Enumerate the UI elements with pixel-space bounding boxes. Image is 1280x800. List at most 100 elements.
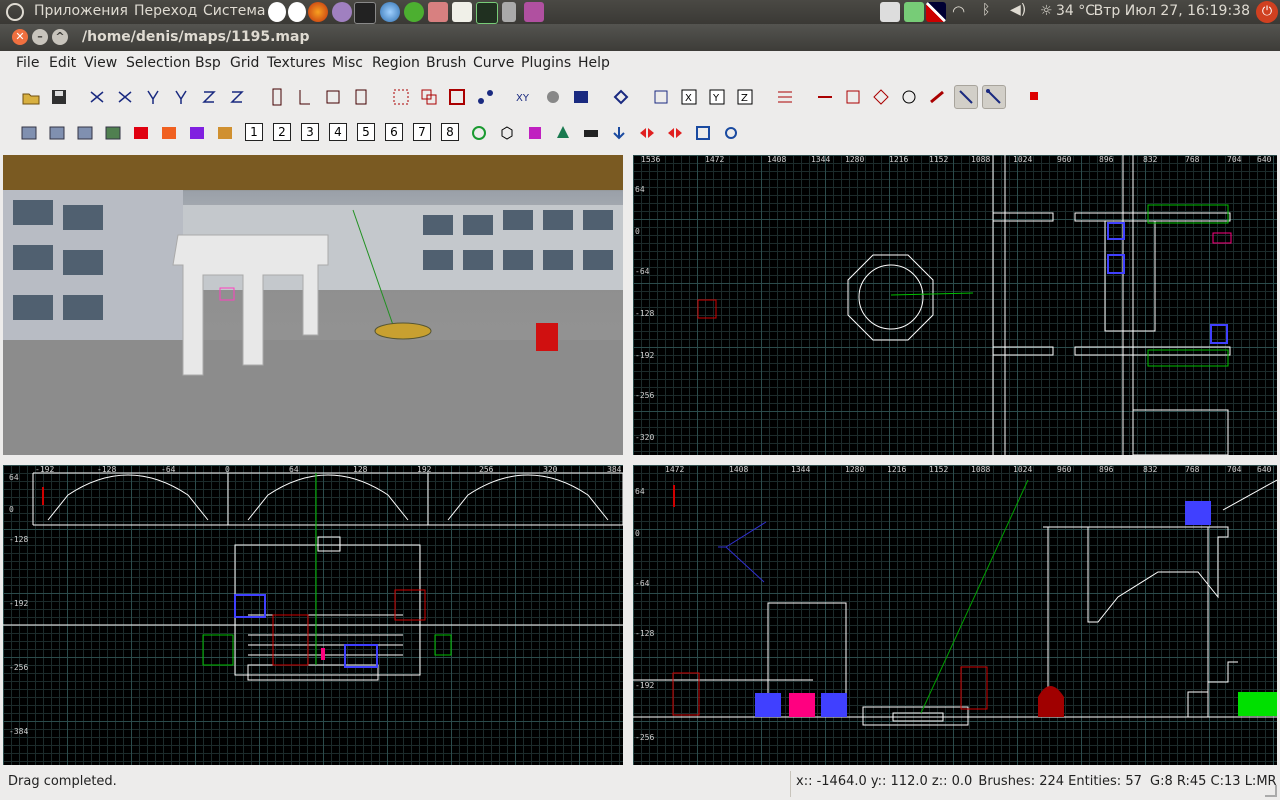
yz-view-side[interactable]: -192 -128 -64 0 64 128 192 256 320 384 6… [3, 465, 623, 765]
plugin-red-icon[interactable] [1024, 86, 1046, 108]
panel-menu-applications[interactable]: Приложения [34, 3, 128, 19]
screen-launcher-icon[interactable] [524, 2, 544, 22]
flip-z-icon[interactable] [198, 86, 220, 108]
panel-menu-system[interactable]: Система [203, 3, 265, 19]
csg-subtract-icon[interactable] [390, 86, 412, 108]
mirror-red-icon[interactable] [636, 122, 658, 144]
change-views-icon[interactable]: XY [514, 86, 536, 108]
menu-help[interactable]: Help [578, 55, 610, 71]
rotate-blue-icon[interactable] [720, 122, 742, 144]
patch-cap-icon[interactable] [926, 86, 948, 108]
number-button-2[interactable]: 2 [273, 123, 291, 141]
patch-bevel-icon[interactable] [870, 86, 892, 108]
panel-menu-places[interactable]: Переход [134, 3, 197, 19]
menu-brush[interactable]: Brush [426, 55, 466, 71]
resize-grip-icon[interactable] [1265, 785, 1277, 797]
view-z-icon[interactable]: Z [734, 86, 756, 108]
plugin-color-red-icon[interactable] [130, 122, 152, 144]
texture-lock-icon[interactable] [542, 86, 564, 108]
menu-selection[interactable]: Selection [126, 55, 191, 71]
menu-misc[interactable]: Misc [332, 55, 363, 71]
plugin-magenta-icon[interactable] [524, 122, 546, 144]
patch-cone-icon[interactable] [842, 86, 864, 108]
drag-edges-icon[interactable] [982, 85, 1006, 109]
trash-launcher-icon[interactable] [502, 2, 516, 22]
firefox-launcher-icon[interactable] [308, 2, 328, 22]
menu-curve[interactable]: Curve [473, 55, 514, 71]
csg-merge-icon[interactable] [418, 86, 440, 108]
select-inside-icon[interactable] [350, 86, 372, 108]
update-tray-icon[interactable] [904, 2, 924, 22]
number-button-1[interactable]: 1 [245, 123, 263, 141]
number-button-3[interactable]: 3 [301, 123, 319, 141]
no-clip-icon[interactable] [692, 122, 714, 144]
number-button-4[interactable]: 4 [329, 123, 347, 141]
eyes-launcher-icon[interactable] [268, 2, 286, 22]
power-icon[interactable]: ⏻ [1256, 1, 1278, 23]
camera-icon[interactable] [650, 86, 672, 108]
rotate-z-icon[interactable] [226, 86, 248, 108]
tree-icon[interactable] [552, 122, 574, 144]
csg-hollow-icon[interactable] [446, 86, 468, 108]
curve-icon[interactable] [814, 86, 836, 108]
open-icon[interactable] [20, 86, 42, 108]
menu-edit[interactable]: Edit [49, 55, 76, 71]
select-touching-icon[interactable] [294, 86, 316, 108]
menu-region[interactable]: Region [372, 55, 420, 71]
clipper-icon[interactable] [474, 86, 496, 108]
plugin-tex-4-icon[interactable] [102, 122, 124, 144]
menu-plugins[interactable]: Plugins [521, 55, 571, 71]
close-window-button[interactable]: ✕ [12, 29, 28, 45]
bluetooth-icon[interactable]: ᛒ [982, 2, 1002, 22]
xz-view-front[interactable]: 1472 1408 1344 1280 1216 1152 1088 1024 … [633, 465, 1277, 765]
clock[interactable]: Втр Июл 27, 16:19:38 [1094, 3, 1250, 19]
ubuntu-logo-icon[interactable] [6, 3, 24, 21]
plugin-tex-1-icon[interactable] [18, 122, 40, 144]
train-icon[interactable] [580, 122, 602, 144]
flip-y-icon[interactable] [142, 86, 164, 108]
plugin-color-purple-icon[interactable] [186, 122, 208, 144]
cubic-clip-icon[interactable] [610, 86, 632, 108]
number-button-5[interactable]: 5 [357, 123, 375, 141]
patch-icon[interactable] [774, 86, 796, 108]
temperature-indicator[interactable]: 34 °C [1056, 3, 1095, 19]
rotate-y-icon[interactable] [170, 86, 192, 108]
hexagon-icon[interactable] [496, 122, 518, 144]
menu-view[interactable]: View [84, 55, 117, 71]
flip-x-icon[interactable] [86, 86, 108, 108]
refresh-green-icon[interactable] [468, 122, 490, 144]
patch-endcap-icon[interactable] [898, 86, 920, 108]
menu-grid[interactable]: Grid [230, 55, 259, 71]
terminal-launcher-icon[interactable] [354, 2, 376, 24]
view-y-icon[interactable]: Y [706, 86, 728, 108]
maximize-window-button[interactable]: ^ [52, 29, 68, 45]
menu-file[interactable]: File [16, 55, 39, 71]
plugin-color-orange-icon[interactable] [158, 122, 180, 144]
number-button-6[interactable]: 6 [385, 123, 403, 141]
pidgin-launcher-icon[interactable] [332, 2, 352, 22]
network-launcher-icon[interactable] [380, 2, 400, 22]
entity-select-icon[interactable] [954, 85, 978, 109]
wifi-icon[interactable]: ◠ [952, 2, 972, 22]
number-button-7[interactable]: 7 [413, 123, 431, 141]
menu-textures[interactable]: Textures [267, 55, 326, 71]
play-launcher-icon[interactable] [404, 2, 424, 22]
plugin-tex-2-icon[interactable] [46, 122, 68, 144]
show-texture-icon[interactable] [570, 86, 592, 108]
plugin-color-brown-icon[interactable] [214, 122, 236, 144]
minimize-window-button[interactable]: – [32, 29, 48, 45]
save-icon[interactable] [48, 86, 70, 108]
steam-tray-icon[interactable] [880, 2, 900, 22]
rotate-x-icon[interactable] [114, 86, 136, 108]
select-partial-tall-icon[interactable] [322, 86, 344, 108]
xy-view-top[interactable]: 1536 1472 1408 1344 1280 1216 1152 1088 … [633, 155, 1277, 455]
menu-bsp[interactable]: Bsp [195, 55, 221, 71]
editor-launcher-icon[interactable] [452, 2, 472, 22]
title-bar[interactable]: ✕ – ^ /home/denis/maps/1195.map [0, 24, 1280, 51]
mirror-red2-icon[interactable] [664, 122, 686, 144]
select-complete-tall-icon[interactable] [266, 86, 288, 108]
view-x-icon[interactable]: X [678, 86, 700, 108]
plugin-tex-3-icon[interactable] [74, 122, 96, 144]
volume-icon[interactable]: ◀) [1010, 2, 1030, 22]
keyboard-layout-flag-icon[interactable] [926, 2, 946, 22]
